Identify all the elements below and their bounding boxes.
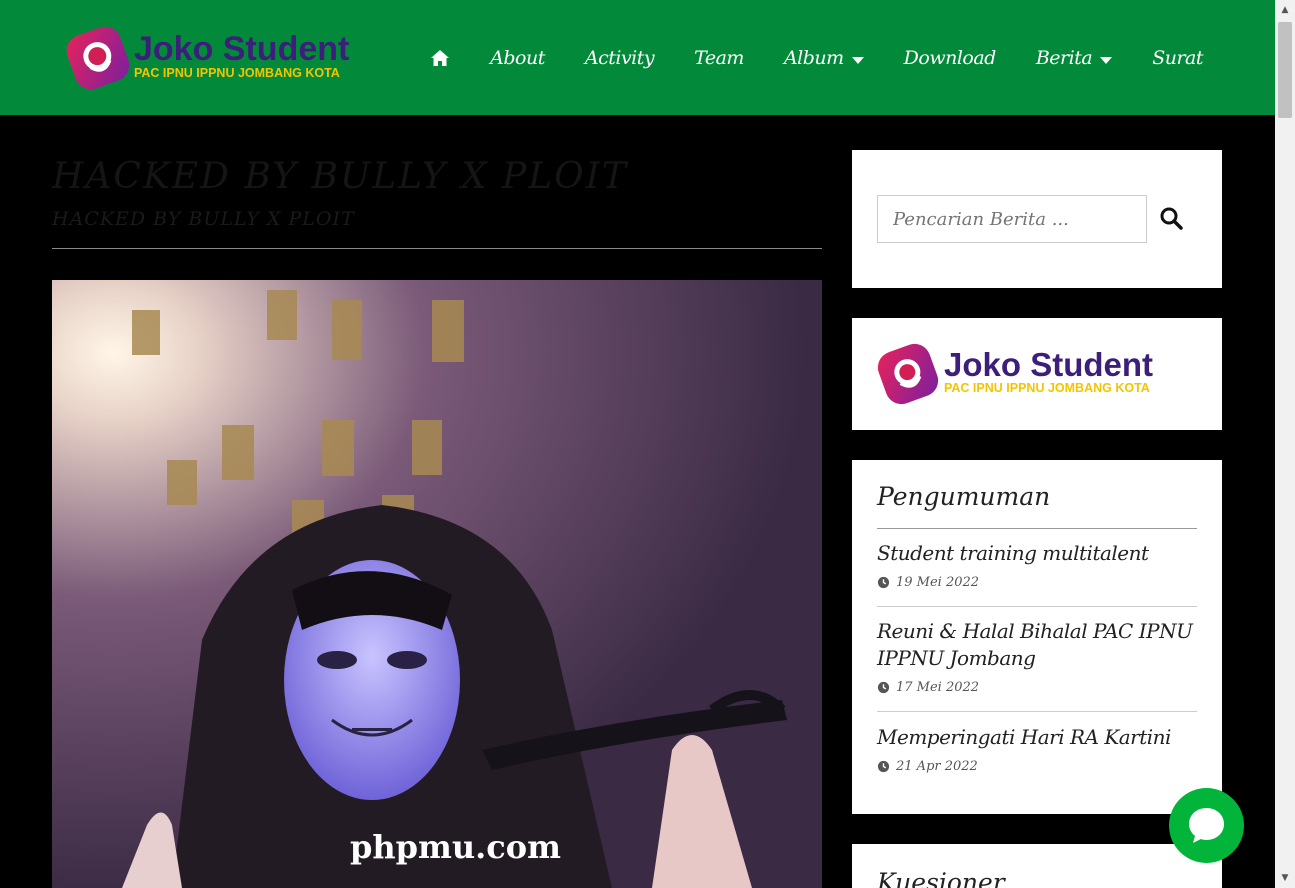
- nav-about-label: About: [490, 47, 545, 69]
- post-title-link[interactable]: Student training multitalent: [877, 540, 1197, 567]
- list-item: Reuni & Halal Bihalal PAC IPNU IPPNU Jom…: [877, 618, 1197, 695]
- main-nav: About Activity Team Album Download Berit…: [390, 40, 1203, 76]
- post-divider: [877, 711, 1197, 712]
- kuesioner-heading: Kuesioner: [877, 868, 1005, 888]
- kuesioner-widget: Kuesioner: [852, 844, 1222, 888]
- site-header: Joko Student PAC IPNU IPPNU JOMBANG KOTA…: [0, 0, 1275, 115]
- scroll-thumb[interactable]: [1278, 22, 1292, 118]
- nav-activity-label: Activity: [584, 47, 655, 69]
- article-subtitle: HACKED BY BULLY X PLOIT: [52, 208, 355, 230]
- search-widget: [852, 150, 1222, 288]
- clock-icon: [877, 576, 890, 589]
- scroll-down-icon[interactable]: ▼: [1275, 868, 1295, 888]
- nav-team-label: Team: [694, 47, 744, 69]
- sidebar-logo-widget: Joko Student PAC IPNU IPPNU JOMBANG KOTA: [852, 318, 1222, 430]
- announcement-heading: Pengumuman: [877, 482, 1051, 511]
- nav-surat-label: Surat: [1152, 47, 1203, 69]
- post-title-link[interactable]: Reuni & Halal Bihalal PAC IPNU IPPNU Jom…: [877, 618, 1197, 672]
- image-caption: phpmu.com: [350, 828, 561, 866]
- nav-surat[interactable]: Surat: [1152, 47, 1203, 69]
- page-scrollbar[interactable]: ▲ ▼: [1275, 0, 1295, 888]
- nav-album[interactable]: Album: [784, 47, 864, 69]
- nav-berita-label: Berita: [1035, 47, 1093, 69]
- caret-down-icon: [1100, 56, 1113, 64]
- post-title-link[interactable]: Memperingati Hari RA Kartini: [877, 724, 1197, 751]
- nav-team[interactable]: Team: [694, 47, 744, 69]
- sidebar-logo-title: Joko Student: [944, 346, 1153, 383]
- post-date: 17 Mei 2022: [877, 680, 1197, 695]
- search-input[interactable]: [877, 195, 1147, 243]
- home-icon: [431, 50, 450, 66]
- article-image: phpmu.com: [52, 280, 822, 888]
- article-title: HACKED BY BULLY X PLOIT: [52, 156, 628, 197]
- sidebar-logo-tagline: PAC IPNU IPPNU JOMBANG KOTA: [944, 381, 1150, 395]
- caret-down-icon: [851, 56, 864, 64]
- announcement-widget: Pengumuman Student training multitalent …: [852, 460, 1222, 814]
- nav-download[interactable]: Download: [903, 47, 997, 69]
- clock-icon: [877, 681, 890, 694]
- search-icon[interactable]: [1159, 206, 1183, 230]
- post-date-text: 17 Mei 2022: [896, 680, 980, 695]
- post-divider: [877, 606, 1197, 607]
- site-logo[interactable]: Joko Student PAC IPNU IPPNU JOMBANG KOTA: [64, 24, 394, 92]
- article-divider: [52, 248, 822, 249]
- nav-download-label: Download: [903, 47, 997, 69]
- clock-icon: [877, 760, 890, 773]
- nav-album-label: Album: [783, 47, 844, 69]
- sidebar-logo[interactable]: Joko Student PAC IPNU IPPNU JOMBANG KOTA: [876, 342, 1206, 410]
- list-item: Memperingati Hari RA Kartini 21 Apr 2022: [877, 724, 1197, 774]
- nav-activity[interactable]: Activity: [584, 47, 655, 69]
- logo-title: Joko Student: [134, 30, 349, 68]
- post-date-text: 19 Mei 2022: [896, 575, 980, 590]
- nav-berita[interactable]: Berita: [1035, 47, 1113, 69]
- post-date: 19 Mei 2022: [877, 575, 1197, 590]
- post-date: 21 Apr 2022: [877, 759, 1197, 774]
- list-item: Student training multitalent 19 Mei 2022: [877, 540, 1197, 590]
- post-date-text: 21 Apr 2022: [896, 759, 978, 774]
- scroll-up-icon[interactable]: ▲: [1275, 0, 1295, 20]
- chat-bubble-icon: [1189, 808, 1224, 843]
- nav-about[interactable]: About: [490, 47, 545, 69]
- chat-button[interactable]: [1169, 788, 1244, 863]
- logo-tagline: PAC IPNU IPPNU JOMBANG KOTA: [134, 66, 340, 80]
- heading-divider: [877, 528, 1197, 529]
- nav-home[interactable]: [430, 48, 450, 68]
